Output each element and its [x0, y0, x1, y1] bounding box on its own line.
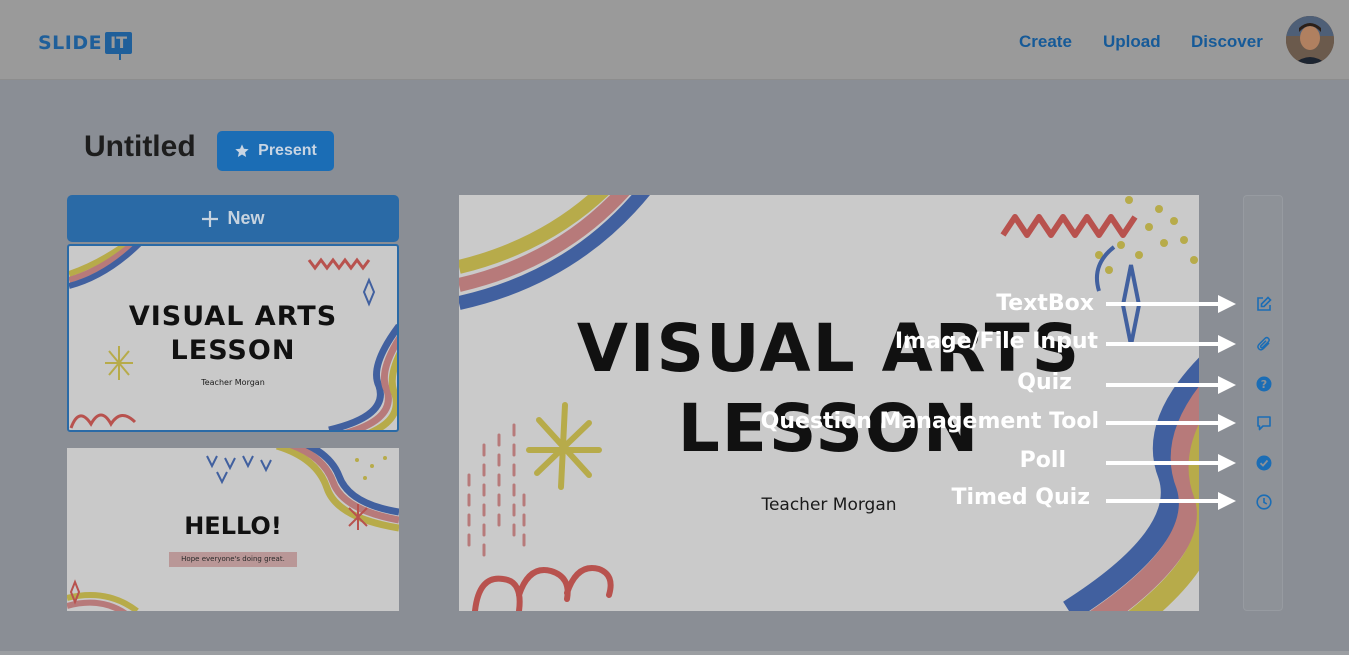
annotation-timed-quiz-label: Timed Quiz	[951, 485, 1090, 510]
quiz-tool-button[interactable]: ?	[1254, 374, 1274, 394]
thumbnail-title-line2: LESSON	[170, 335, 296, 366]
annotation-question-management-label: Question Management Tool	[760, 409, 1099, 434]
thumbnail-title-line1: VISUAL ARTS	[128, 301, 338, 332]
present-button[interactable]: Present	[217, 131, 334, 171]
annotation-poll-label: Poll	[1019, 448, 1066, 473]
paperclip-icon	[1257, 336, 1270, 351]
annotation-quiz-label: Quiz	[1017, 370, 1072, 395]
edit-icon	[1257, 296, 1272, 311]
present-label: Present	[258, 142, 317, 159]
logo-text: SLIDE	[38, 32, 103, 54]
timed-quiz-tool-button[interactable]	[1254, 492, 1274, 512]
thumbnail-subtitle: Hope everyone's doing great.	[169, 552, 297, 567]
logo-badge: IT	[105, 32, 132, 60]
star-icon	[235, 144, 249, 157]
textbox-tool-button[interactable]	[1254, 294, 1274, 314]
poll-tool-button[interactable]	[1254, 453, 1274, 473]
annotation-image-file-label: Image/File Input	[894, 329, 1098, 354]
speech-bubble-icon	[1257, 416, 1271, 431]
question-circle-icon: ?	[1256, 376, 1272, 392]
user-avatar[interactable]	[1286, 16, 1334, 64]
annotation-textbox-label: TextBox	[996, 291, 1094, 316]
page-bottom-edge	[0, 651, 1349, 655]
slide-thumbnail-1[interactable]: VISUAL ARTS LESSON Teacher Morgan	[67, 244, 399, 432]
check-circle-icon	[1256, 455, 1272, 471]
main-slide-canvas[interactable]: VISUAL ARTS LESSON Teacher Morgan	[459, 195, 1199, 611]
new-slide-label: New	[227, 208, 265, 228]
nav-upload-link[interactable]: Upload	[1103, 32, 1161, 52]
new-slide-button[interactable]: New	[67, 195, 399, 242]
document-title[interactable]: Untitled	[84, 130, 196, 164]
nav-create-link[interactable]: Create	[1019, 32, 1072, 52]
question-management-tool-button[interactable]	[1254, 413, 1274, 433]
top-navbar: SLIDE IT Create Upload Discover	[0, 0, 1349, 80]
nav-discover-link[interactable]: Discover	[1191, 32, 1263, 52]
image-file-tool-button[interactable]	[1254, 334, 1274, 354]
tool-sidebar: ?	[1243, 195, 1283, 611]
svg-text:?: ?	[1261, 378, 1267, 391]
thumbnail-subtitle: Teacher Morgan	[201, 378, 265, 387]
slideit-logo[interactable]: SLIDE IT	[38, 28, 132, 60]
clock-icon	[1256, 494, 1272, 510]
annotation-arrows	[1106, 295, 1236, 510]
slide-thumbnail-2[interactable]: HELLO! Hope everyone's doing great.	[67, 448, 399, 611]
thumbnail-title: HELLO!	[184, 512, 282, 540]
plus-icon	[202, 210, 219, 227]
